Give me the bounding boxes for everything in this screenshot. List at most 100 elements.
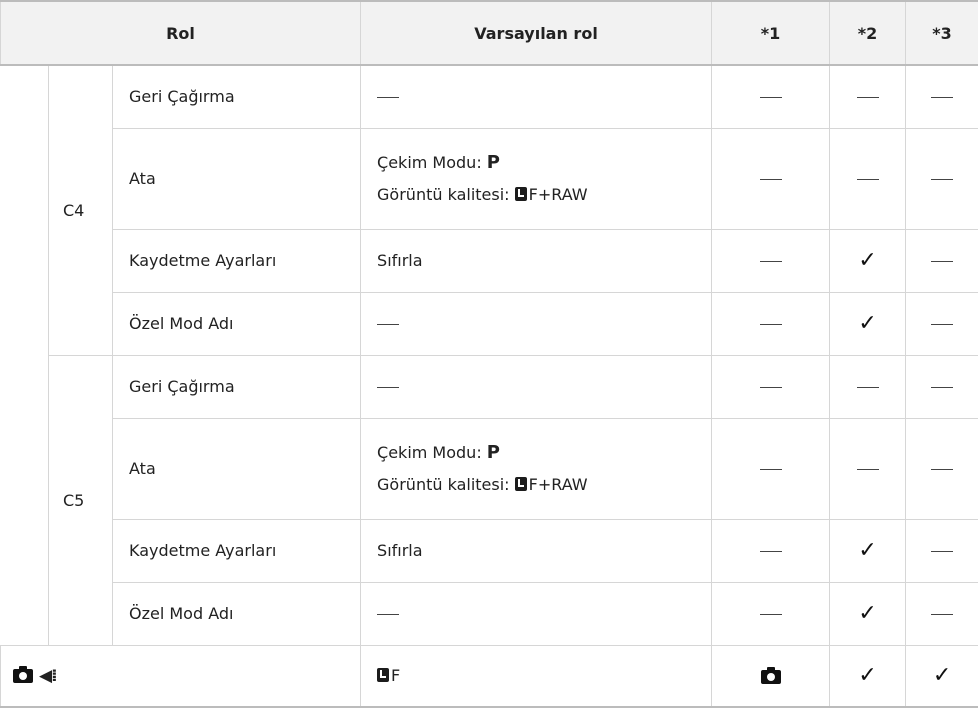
check-icon: ✓ [858, 311, 876, 336]
dash-mark [377, 324, 399, 325]
mark-col2: ✓ [830, 292, 906, 355]
table-row: Ata Çekim Modu: P Görüntü kalitesi: F+RA… [1, 418, 978, 519]
mark-col3: ✓ [906, 645, 978, 707]
mark-col2 [830, 418, 906, 519]
table-row: Özel Mod Adı ✓ [1, 292, 978, 355]
dash-mark [760, 551, 782, 552]
default-value [361, 65, 712, 128]
dash-mark [857, 387, 879, 388]
sequential-shooting-icon: ◀⁞ [39, 666, 57, 686]
dash-mark [931, 179, 953, 180]
mark-col3 [906, 519, 978, 582]
camera-icon [13, 669, 33, 683]
dash-mark [760, 324, 782, 325]
mode-label: Çekim Modu: [377, 443, 487, 462]
mark-col1 [712, 582, 830, 645]
mark-col3 [906, 128, 978, 229]
mark-col3 [906, 229, 978, 292]
table-row: C4 Geri Çağırma [1, 65, 978, 128]
mark-col1 [712, 292, 830, 355]
default-value: F [361, 645, 712, 707]
large-fine-icon [515, 187, 527, 201]
row-label: Kaydetme Ayarları [113, 229, 361, 292]
table-row: C5 Geri Çağırma [1, 355, 978, 418]
large-fine-icon [515, 477, 527, 491]
header-col2: *2 [830, 1, 906, 65]
default-line-quality: Görüntü kalitesi: F+RAW [377, 469, 711, 501]
dash-mark [931, 324, 953, 325]
mark-col3 [906, 582, 978, 645]
mark-col2 [830, 128, 906, 229]
mark-col1 [712, 128, 830, 229]
row-label: Geri Çağırma [113, 355, 361, 418]
row-label: Ata [113, 128, 361, 229]
default-value [361, 355, 712, 418]
dash-mark [857, 97, 879, 98]
default-line-mode: Çekim Modu: P [377, 147, 711, 179]
mark-col3 [906, 292, 978, 355]
header-default-role: Varsayılan rol [361, 1, 712, 65]
mark-col2: ✓ [830, 645, 906, 707]
mark-col1 [712, 645, 830, 707]
check-icon: ✓ [858, 248, 876, 273]
row-label: Kaydetme Ayarları [113, 519, 361, 582]
header-col3: *3 [906, 1, 978, 65]
dash-mark [377, 387, 399, 388]
row-label: Geri Çağırma [113, 65, 361, 128]
mark-col3 [906, 355, 978, 418]
mark-col1 [712, 418, 830, 519]
mark-col1 [712, 229, 830, 292]
row-label: Özel Mod Adı [113, 582, 361, 645]
group-label-c5: C5 [49, 355, 113, 645]
dash-mark [857, 179, 879, 180]
table-row: Özel Mod Adı ✓ [1, 582, 978, 645]
mark-col3 [906, 65, 978, 128]
default-value: Çekim Modu: P Görüntü kalitesi: F+RAW [361, 128, 712, 229]
table-row: Kaydetme Ayarları Sıfırla ✓ [1, 519, 978, 582]
mark-col1 [712, 519, 830, 582]
header-role: Rol [1, 1, 361, 65]
quality-value: F [391, 666, 400, 685]
dash-mark [931, 387, 953, 388]
dash-mark [760, 614, 782, 615]
check-icon: ✓ [858, 663, 876, 688]
mark-col2 [830, 65, 906, 128]
table-row: Kaydetme Ayarları Sıfırla ✓ [1, 229, 978, 292]
quality-label: Görüntü kalitesi: [377, 475, 515, 494]
mode-value: P [487, 152, 500, 173]
indent-cell [1, 65, 49, 645]
quality-label: Görüntü kalitesi: [377, 185, 515, 204]
check-icon: ✓ [858, 601, 876, 626]
row-label: Özel Mod Adı [113, 292, 361, 355]
check-icon: ✓ [933, 663, 951, 688]
mark-col2: ✓ [830, 582, 906, 645]
default-value: Sıfırla [361, 229, 712, 292]
dash-mark [760, 179, 782, 180]
dash-mark [931, 469, 953, 470]
settings-table: Rol Varsayılan rol *1 *2 *3 C4 Geri Çağı… [0, 0, 978, 708]
quality-value: F+RAW [529, 475, 588, 494]
table-header-row: Rol Varsayılan rol *1 *2 *3 [1, 1, 978, 65]
mark-col2: ✓ [830, 229, 906, 292]
table-row-shooting: ◀⁞ F ✓ ✓ [1, 645, 978, 707]
camera-icon [761, 670, 781, 684]
mark-col3 [906, 418, 978, 519]
dash-mark [377, 614, 399, 615]
large-fine-icon [377, 668, 389, 682]
mode-label: Çekim Modu: [377, 153, 487, 172]
default-value: Sıfırla [361, 519, 712, 582]
dash-mark [377, 97, 399, 98]
default-value [361, 582, 712, 645]
table-row: Ata Çekim Modu: P Görüntü kalitesi: F+RA… [1, 128, 978, 229]
mark-col2: ✓ [830, 519, 906, 582]
dash-mark [760, 261, 782, 262]
mark-col1 [712, 65, 830, 128]
mark-col2 [830, 355, 906, 418]
shooting-mode-cell: ◀⁞ [1, 645, 361, 707]
dash-mark [931, 97, 953, 98]
default-value [361, 292, 712, 355]
dash-mark [760, 97, 782, 98]
dash-mark [760, 469, 782, 470]
dash-mark [931, 551, 953, 552]
mark-col1 [712, 355, 830, 418]
